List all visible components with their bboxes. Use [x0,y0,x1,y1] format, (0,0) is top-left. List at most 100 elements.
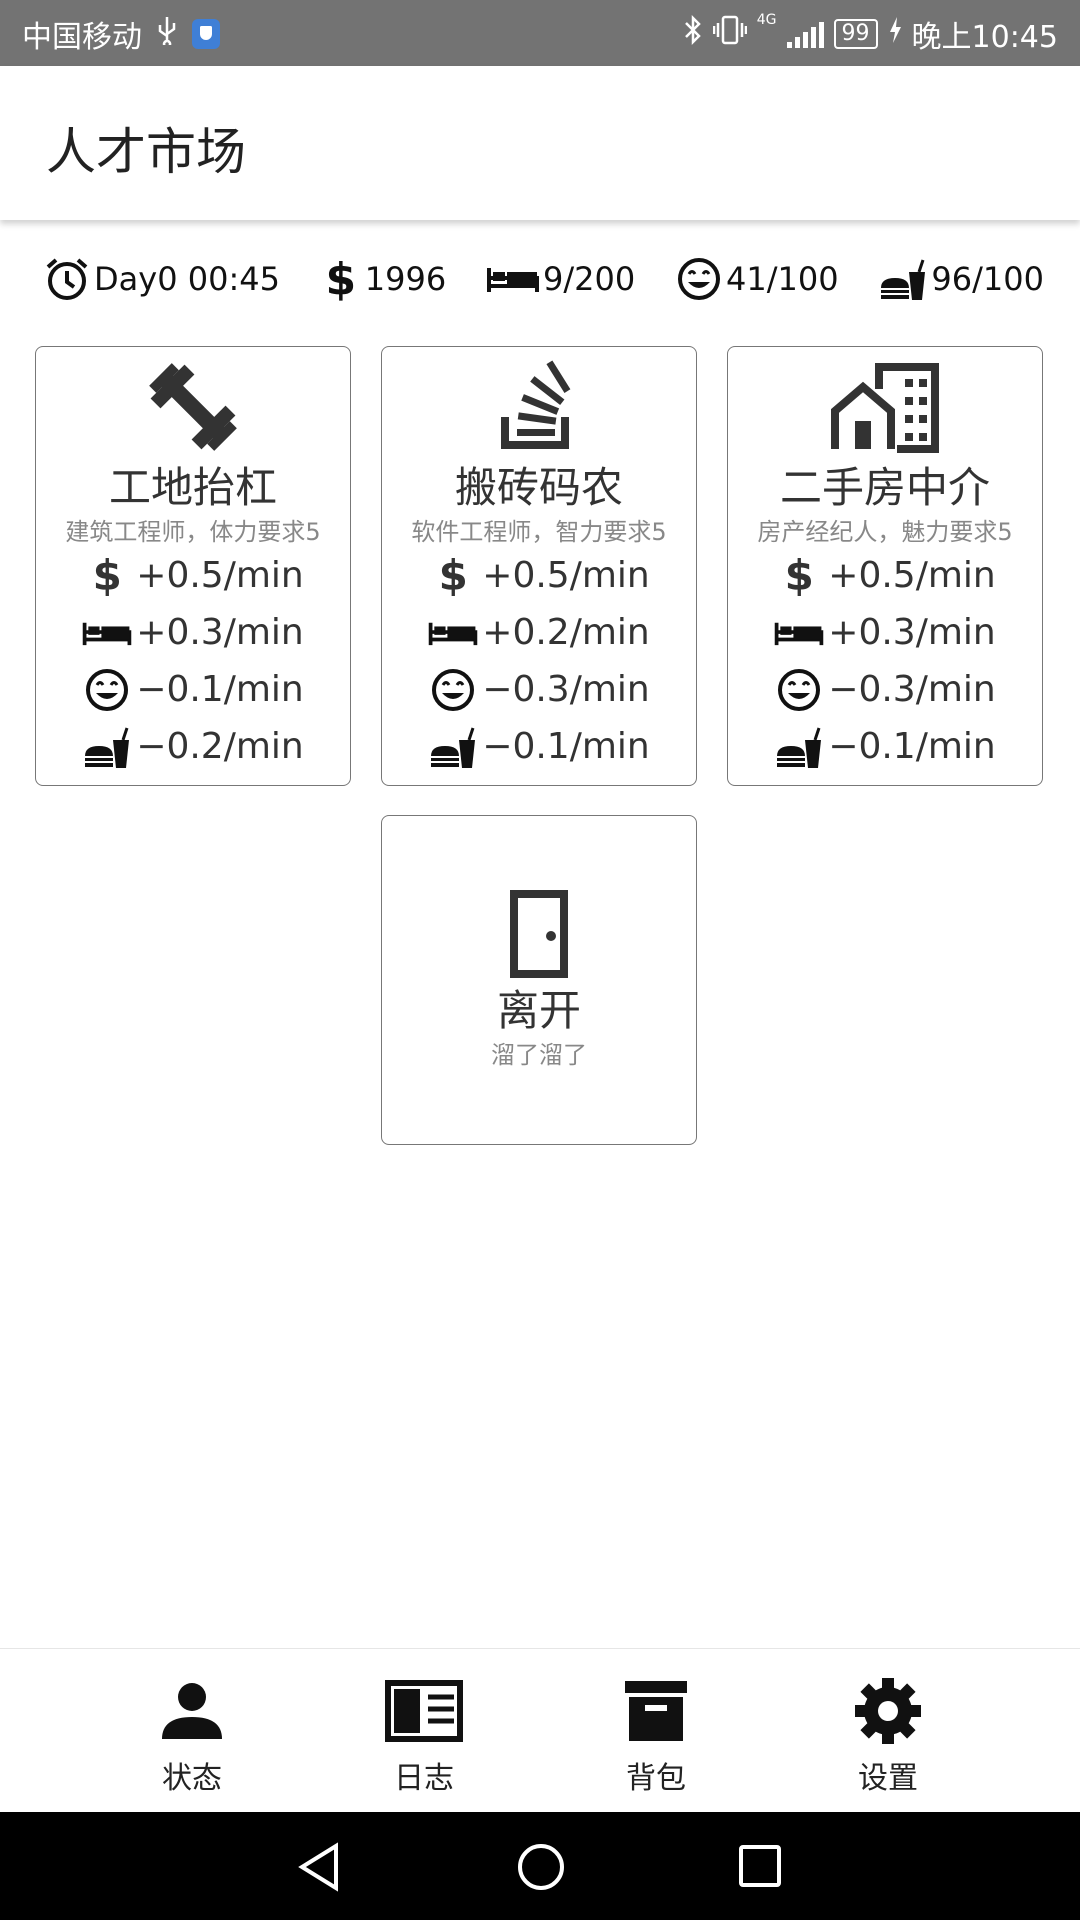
energy-value: 9/200 [543,260,636,298]
status-bar: 中国移动 4G 99 晚上10:45 [0,0,1080,66]
page-title: 人才市场 [46,123,246,181]
dollar-icon: $ [325,253,357,305]
job-card-realtor[interactable]: 二手房中介 房产经纪人，魅力要求5 $ +0.5/min +0.3/min −0.… [727,346,1043,786]
back-icon[interactable] [296,1842,342,1896]
food-rate-value: −0.2/min [136,726,304,767]
job-subtitle: 房产经纪人，魅力要求5 [757,518,1013,546]
bed-icon [82,619,132,647]
mood-rate: −0.3/min [728,661,1042,718]
stat-mood: 41/100 [676,256,839,302]
nav-item-backpack[interactable]: 背包 [576,1675,736,1797]
alarm-clock-icon [44,256,90,302]
smile-icon [676,256,722,302]
nav-label: 状态 [162,1761,222,1796]
energy-rate: +0.2/min [382,604,696,661]
dumbbell-icon [36,359,350,455]
mood-rate: −0.1/min [36,661,350,718]
usb-icon [156,15,178,53]
nav-label: 设置 [858,1761,918,1796]
job-subtitle: 建筑工程师，体力要求5 [65,518,321,546]
status-bar-right: 4G 99 晚上10:45 [683,12,1058,56]
energy-rate-value: +0.3/min [136,612,304,653]
stats-bar: Day0 00:45 $ 1996 9/200 41/100 96/100 [44,252,1044,306]
job-title: 搬砖码农 [454,463,623,512]
food-rate: −0.1/min [728,718,1042,775]
money-rate-value: +0.5/min [482,555,650,596]
gear-icon [808,1675,968,1747]
food-rate-value: −0.1/min [482,726,650,767]
money-rate: $ +0.5/min [382,547,696,604]
money-rate-value: +0.5/min [136,555,304,596]
money-rate: $ +0.5/min [36,547,350,604]
food-rate: −0.1/min [382,718,696,775]
food-rate-value: −0.1/min [828,726,996,767]
money-rate: $ +0.5/min [728,547,1042,604]
door-icon [382,888,696,984]
stat-food: 96/100 [879,258,1044,300]
charging-icon [888,16,902,52]
mood-rate-value: −0.3/min [482,669,650,710]
time-value: Day0 00:45 [94,260,280,298]
mood-rate-value: −0.3/min [828,669,996,710]
bluetooth-icon [683,14,703,54]
stat-money: $ 1996 [321,254,446,305]
bed-icon [487,264,539,294]
smile-icon [774,667,824,713]
bed-icon [428,619,478,647]
nav-item-settings[interactable]: 设置 [808,1675,968,1797]
leave-card[interactable]: 离开 溜了溜了 [381,815,697,1145]
money-value: 1996 [364,260,447,298]
dollar-icon: $ [784,551,814,600]
mood-value: 41/100 [726,260,839,298]
stat-time: Day0 00:45 [44,256,280,302]
recents-icon[interactable] [738,1844,782,1892]
bed-icon [774,619,824,647]
fastfood-icon [774,726,824,768]
nav-label: 背包 [626,1761,686,1796]
stat-energy: 9/200 [487,260,635,298]
food-rate: −0.2/min [36,718,350,775]
stack-overflow-icon [382,359,696,455]
system-nav-bar [0,1812,1080,1920]
home-icon[interactable] [516,1842,566,1896]
dollar-icon: $ [92,551,122,600]
vibrate-icon [712,14,748,54]
nav-item-log[interactable]: 日志 [344,1675,504,1797]
book-icon [344,1675,504,1747]
job-card-programmer[interactable]: 搬砖码农 软件工程师，智力要求5 $ +0.5/min +0.2/min −0.3… [381,346,697,786]
energy-rate-value: +0.2/min [482,612,650,653]
smile-icon [82,667,132,713]
money-rate-value: +0.5/min [828,555,996,596]
carrier-label: 中国移动 [22,20,142,55]
fastfood-icon [428,726,478,768]
nav-label: 日志 [394,1761,454,1796]
battery-icon: 99 [833,19,878,49]
fastfood-icon [879,258,927,300]
dollar-icon: $ [438,551,468,600]
food-value: 96/100 [931,260,1044,298]
smile-icon [428,667,478,713]
signal-icon [786,20,824,48]
job-title: 二手房中介 [779,463,990,512]
network-type: 4G [756,12,777,28]
clock-text: 晚上10:45 [911,20,1058,55]
nav-item-status[interactable]: 状态 [112,1675,272,1797]
leave-subtitle: 溜了溜了 [491,1041,587,1069]
app-bar: 人才市场 [0,66,1080,220]
house-building-icon [728,359,1042,455]
job-title: 工地抬杠 [108,463,277,512]
security-shield-icon [192,19,220,49]
energy-rate: +0.3/min [36,604,350,661]
job-card-construction[interactable]: 工地抬杠 建筑工程师，体力要求5 $ +0.5/min +0.3/min −0.1… [35,346,351,786]
energy-rate: +0.3/min [728,604,1042,661]
mood-rate: −0.3/min [382,661,696,718]
status-bar-left: 中国移动 [22,12,220,56]
job-subtitle: 软件工程师，智力要求5 [411,518,667,546]
archive-icon [576,1675,736,1747]
bottom-nav: 状态 日志 背包 设置 [0,1648,1080,1813]
person-icon [112,1675,272,1747]
mood-rate-value: −0.1/min [136,669,304,710]
leave-title: 离开 [496,986,581,1035]
fastfood-icon [82,726,132,768]
energy-rate-value: +0.3/min [828,612,996,653]
